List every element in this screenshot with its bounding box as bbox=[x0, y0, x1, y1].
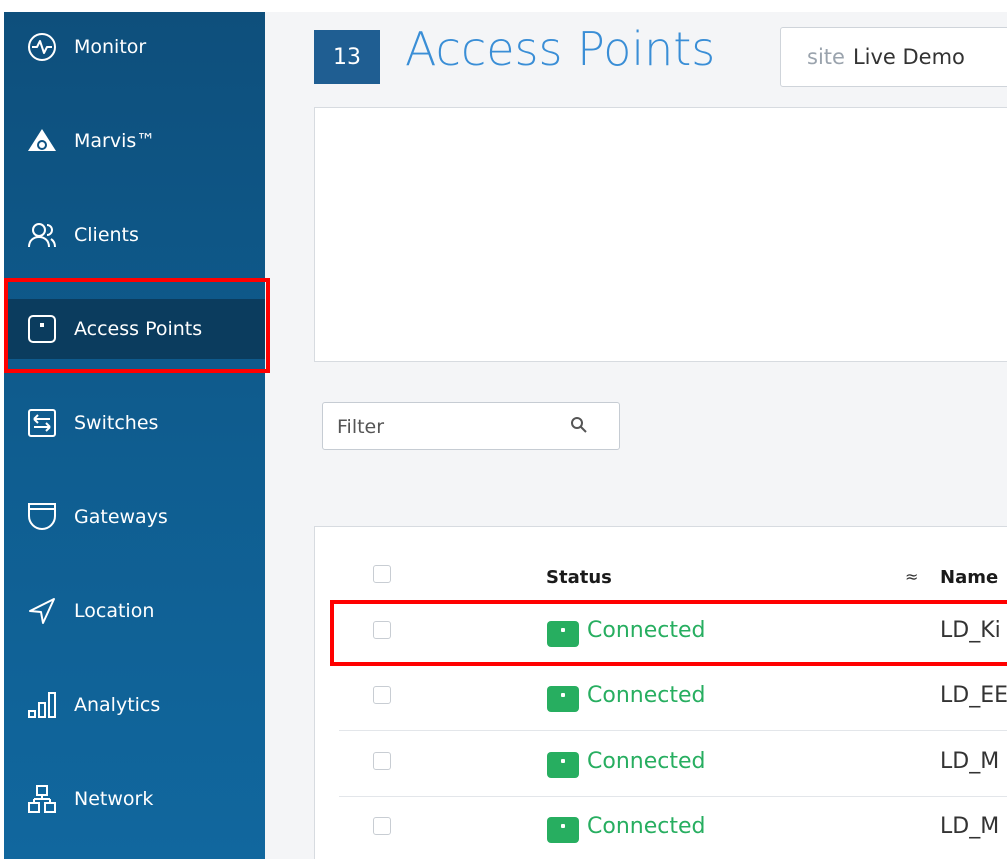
app-window: Monitor Marvis™ Clients Access Points Sw bbox=[0, 0, 1007, 859]
status-text: Connected bbox=[587, 749, 706, 774]
connected-status-icon bbox=[547, 686, 579, 712]
gateways-icon bbox=[24, 499, 60, 535]
row-checkbox[interactable] bbox=[373, 752, 391, 770]
access-point-count-badge: 13 bbox=[314, 30, 380, 84]
table-row[interactable]: Connected LD_EE bbox=[339, 666, 1007, 731]
sidebar-item-location[interactable]: Location bbox=[4, 581, 265, 641]
filter-input[interactable] bbox=[335, 412, 539, 442]
access-points-table: Status ≈ Name Connected LD_Ki Connected … bbox=[314, 526, 1007, 859]
sidebar-item-monitor[interactable]: Monitor bbox=[4, 17, 265, 77]
filter-box[interactable] bbox=[322, 402, 620, 450]
sidebar-item-label: Location bbox=[74, 600, 155, 622]
analytics-icon bbox=[24, 687, 60, 723]
table-row[interactable]: Connected LD_M bbox=[339, 797, 1007, 859]
sidebar-item-label: Marvis™ bbox=[74, 130, 156, 152]
location-icon bbox=[24, 593, 60, 629]
sidebar-item-gateways[interactable]: Gateways bbox=[4, 487, 265, 547]
select-all-checkbox[interactable] bbox=[373, 565, 391, 583]
sidebar-item-label: Monitor bbox=[74, 36, 147, 58]
status-text: Connected bbox=[587, 683, 706, 708]
switches-icon bbox=[24, 405, 60, 441]
connected-status-icon bbox=[547, 621, 579, 647]
connected-status-icon bbox=[547, 817, 579, 843]
chart-panel bbox=[314, 107, 1007, 362]
status-text: Connected bbox=[587, 618, 706, 643]
ap-name[interactable]: LD_Ki bbox=[940, 618, 1001, 643]
marvis-icon bbox=[24, 123, 60, 159]
sidebar: Monitor Marvis™ Clients Access Points Sw bbox=[4, 12, 265, 859]
sidebar-item-marvis[interactable]: Marvis™ bbox=[4, 111, 265, 171]
clients-icon bbox=[24, 217, 60, 253]
sidebar-item-network[interactable]: Network bbox=[4, 769, 265, 829]
sidebar-item-clients[interactable]: Clients bbox=[4, 205, 265, 265]
monitor-icon bbox=[24, 29, 60, 65]
sidebar-item-access-points[interactable]: Access Points bbox=[4, 299, 265, 359]
ap-name[interactable]: LD_EE bbox=[940, 683, 1007, 708]
sort-ascending-icon[interactable]: ≈ bbox=[905, 567, 918, 586]
table-row[interactable]: Connected LD_Ki bbox=[339, 601, 1007, 666]
row-checkbox[interactable] bbox=[373, 621, 391, 639]
sidebar-item-label: Clients bbox=[74, 224, 139, 246]
status-column-header[interactable]: Status bbox=[546, 567, 612, 588]
sidebar-item-label: Network bbox=[74, 788, 154, 810]
site-prefix-label: site bbox=[807, 45, 845, 69]
search-icon[interactable] bbox=[569, 415, 589, 435]
access-point-icon bbox=[24, 311, 60, 347]
row-checkbox[interactable] bbox=[373, 817, 391, 835]
name-column-header[interactable]: Name bbox=[940, 567, 998, 588]
sidebar-item-label: Gateways bbox=[74, 506, 168, 528]
status-text: Connected bbox=[587, 814, 706, 839]
sidebar-item-label: Access Points bbox=[74, 318, 203, 340]
row-checkbox[interactable] bbox=[373, 686, 391, 704]
page-title: Access Points bbox=[405, 22, 716, 76]
sidebar-item-label: Switches bbox=[74, 412, 159, 434]
site-value: Live Demo bbox=[852, 45, 965, 69]
connected-status-icon bbox=[547, 752, 579, 778]
table-row[interactable]: Connected LD_M bbox=[339, 732, 1007, 797]
sidebar-item-label: Analytics bbox=[74, 694, 161, 716]
sidebar-item-analytics[interactable]: Analytics bbox=[4, 675, 265, 735]
sidebar-item-switches[interactable]: Switches bbox=[4, 393, 265, 453]
network-icon bbox=[24, 781, 60, 817]
site-selector[interactable]: site Live Demo bbox=[780, 27, 1007, 87]
main-content: 13 Access Points site Live Demo Status ≈… bbox=[265, 12, 1007, 859]
ap-name[interactable]: LD_M bbox=[940, 814, 999, 839]
ap-name[interactable]: LD_M bbox=[940, 749, 999, 774]
